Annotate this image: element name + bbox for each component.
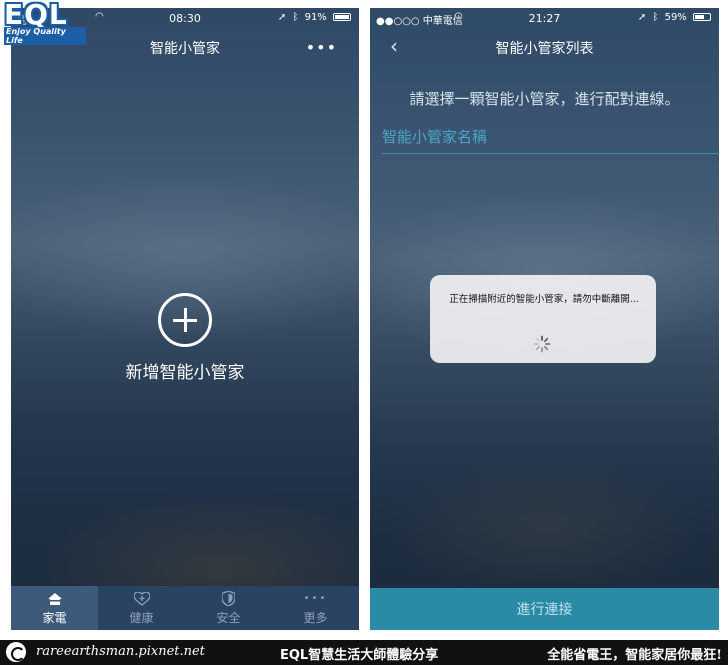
battery-percent: 91% xyxy=(304,12,327,23)
dialog-message: 正在掃描附近的智能小管家，請勿中斷離開... xyxy=(449,294,639,305)
footer-title: EQL智慧生活大師體驗分享 xyxy=(280,648,439,663)
eql-logo: EQL Enjoy Quality Life xyxy=(0,0,86,45)
footer-slogan: 全能省電王，智能家居你最狂! xyxy=(547,648,722,663)
tab-more[interactable]: ••• 更多 xyxy=(272,586,359,630)
screenshot-composite: 信 ◠ 08:30 ➚ ᛒ 91% 智能小管家 ••• 新增智能小管家 家電 健… xyxy=(0,0,728,665)
battery-icon xyxy=(693,13,711,21)
footer-url: rareearthsman.pixnet.net xyxy=(36,644,205,659)
scanning-dialog: 正在掃描附近的智能小管家，請勿中斷離開... xyxy=(430,275,656,363)
logo-tagline: Enjoy Quality Life xyxy=(4,27,86,45)
add-manager-button[interactable] xyxy=(158,293,212,347)
tab-label: 安全 xyxy=(216,610,241,625)
connect-button[interactable]: 進行連接 xyxy=(370,588,719,630)
add-manager-label[interactable]: 新增智能小管家 xyxy=(11,358,359,383)
more-dots-icon: ••• xyxy=(303,593,328,604)
tab-security[interactable]: 安全 xyxy=(185,586,272,630)
page-title: 智能小管家列表 xyxy=(495,41,594,57)
location-icon: ➚ xyxy=(277,12,287,23)
bluetooth-icon: ᛒ xyxy=(652,12,659,23)
footer-banner: rareearthsman.pixnet.net EQL智慧生活大師體驗分享 全… xyxy=(0,640,728,665)
left-phone-screen: 信 ◠ 08:30 ➚ ᛒ 91% 智能小管家 ••• 新增智能小管家 家電 健… xyxy=(11,8,359,630)
tab-bar: 家電 健康 安全 ••• 更多 xyxy=(11,586,359,630)
status-bar: ●●○○○ 中華電信 ◠ 21:27 ➚ ᛒ 59% xyxy=(370,8,719,28)
tab-appliances[interactable]: 家電 xyxy=(11,586,98,630)
more-options-icon[interactable]: ••• xyxy=(306,38,337,57)
manager-name-field[interactable] xyxy=(382,120,719,154)
battery-percent: 59% xyxy=(664,12,687,23)
right-phone-screen: ●●○○○ 中華電信 ◠ 21:27 ➚ ᛒ 59% ‹ 智能小管家列表 請選擇… xyxy=(370,8,719,630)
shield-icon xyxy=(222,591,235,607)
pairing-instruction: 請選擇一顆智能小管家，進行配對連線。 xyxy=(409,90,680,108)
bluetooth-icon: ᛒ xyxy=(292,12,299,23)
tab-health[interactable]: 健康 xyxy=(98,586,185,630)
battery-icon xyxy=(333,13,351,21)
tab-label: 更多 xyxy=(303,610,328,625)
location-icon: ➚ xyxy=(637,12,647,23)
heart-plus-icon xyxy=(133,591,150,607)
loading-spinner-icon xyxy=(533,335,551,353)
blog-logo-icon xyxy=(6,642,26,662)
tab-label: 家電 xyxy=(42,610,67,625)
home-icon xyxy=(47,591,62,607)
tab-label: 健康 xyxy=(129,610,154,625)
